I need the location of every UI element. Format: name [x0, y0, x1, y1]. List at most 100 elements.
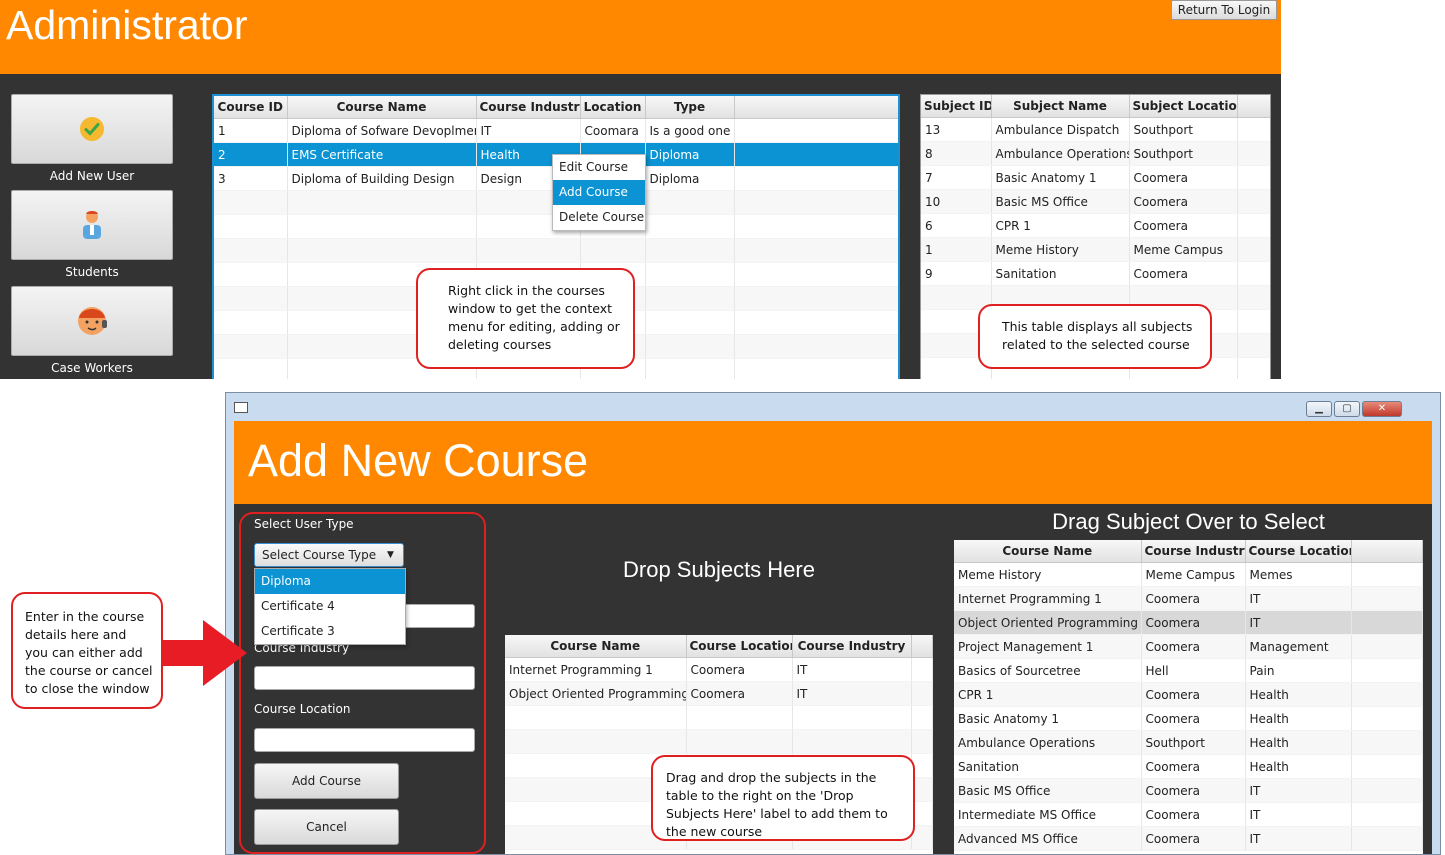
table-cell: Project Management 1: [954, 634, 1142, 659]
source-header-row: Course Name Course Industry Course Locat…: [954, 540, 1423, 563]
table-row[interactable]: 13 Ambulance Dispatch Southport: [921, 117, 1270, 142]
case-worker-icon: [78, 307, 107, 335]
table-row[interactable]: Project Management 1 Coomera Management: [954, 634, 1423, 659]
table-row[interactable]: 7 Basic Anatomy 1 Coomera: [921, 165, 1270, 190]
column-header[interactable]: Course Industry: [1141, 540, 1246, 563]
table-row[interactable]: Basic Anatomy 1 Coomera Health: [954, 706, 1423, 731]
table-cell: Internet Programming 1: [505, 657, 687, 682]
admin-title: Administrator: [6, 2, 248, 48]
table-cell: CPR 1: [954, 682, 1142, 707]
courses-header-row: Course ID Course Name Course Industry Lo…: [214, 96, 898, 119]
table-cell: IT: [1245, 586, 1352, 611]
table-cell: Coomera: [1141, 610, 1246, 635]
table-cell: IT: [1245, 802, 1352, 827]
table-row[interactable]: Object Oriented Programming 1 Coomera IT: [505, 681, 933, 706]
column-header[interactable]: Subject Name: [991, 95, 1130, 118]
table-row[interactable]: Basic MS Office Coomera IT: [954, 778, 1423, 803]
column-header[interactable]: Location: [580, 96, 646, 119]
column-header[interactable]: Type: [645, 96, 735, 119]
table-row[interactable]: 8 Ambulance Operations Southport: [921, 141, 1270, 166]
table-cell: IT: [1245, 778, 1352, 803]
form-note: Enter in the course details here and you…: [11, 592, 163, 709]
arrow-right-icon: [163, 620, 247, 686]
table-cell: Sanitation: [954, 754, 1142, 779]
table-cell: IT: [1245, 826, 1352, 851]
table-row[interactable]: 10 Basic MS Office Coomera: [921, 189, 1270, 214]
table-row[interactable]: Basics of Sourcetree Hell Pain: [954, 658, 1423, 683]
table-cell: Coomera: [1141, 586, 1246, 611]
table-cell: Object Oriented Programming 1: [954, 610, 1142, 635]
table-row[interactable]: CPR 1 Coomera Health: [954, 682, 1423, 707]
table-row[interactable]: Internet Programming 1 Coomera IT: [505, 657, 933, 682]
add-course-window: ▁ ▢ ✕ Add New Course Select User Type Se…: [225, 392, 1441, 855]
table-cell: Coomera: [1129, 165, 1238, 190]
case-workers-button[interactable]: [11, 286, 173, 356]
table-cell: 7: [921, 165, 992, 190]
edit-course-menu-item[interactable]: Edit Course: [553, 155, 645, 180]
delete-course-menu-item[interactable]: Delete Course: [553, 205, 645, 230]
source-subjects-table[interactable]: Course Name Course Industry Course Locat…: [954, 540, 1423, 854]
add-course-menu-item[interactable]: Add Course: [553, 180, 645, 205]
table-row[interactable]: Ambulance Operations Southport Health: [954, 730, 1423, 755]
table-cell: Sanitation: [991, 261, 1130, 286]
table-cell: Basic MS Office: [954, 778, 1142, 803]
column-header[interactable]: Subject ID: [921, 95, 992, 118]
table-cell: Meme History: [954, 562, 1142, 587]
table-row-highlighted[interactable]: Object Oriented Programming 1 Coomera IT: [954, 610, 1423, 635]
table-row[interactable]: Meme History Meme Campus Memes: [954, 562, 1423, 587]
table-cell: Intermediate MS Office: [954, 802, 1142, 827]
column-header[interactable]: Course Name: [954, 540, 1142, 563]
table-cell: Memes: [1245, 562, 1352, 587]
table-cell: 3: [214, 166, 288, 191]
admin-header: Administrator: [0, 0, 1281, 74]
drop-subjects-label[interactable]: Drop Subjects Here: [505, 557, 933, 583]
table-cell: Coomera: [1129, 213, 1238, 238]
table-cell: Diploma of Sofware Devoplment: [287, 118, 477, 143]
table-cell: Ambulance Dispatch: [991, 117, 1130, 142]
column-header[interactable]: Course Location: [1245, 540, 1352, 563]
add-course-content: Add New Course Select User Type Select C…: [234, 421, 1432, 854]
table-cell: Coomera: [686, 681, 793, 706]
table-cell: IT: [1245, 610, 1352, 635]
courses-note: Right click in the courses window to get…: [416, 268, 635, 369]
column-header[interactable]: Course Location: [686, 635, 793, 658]
table-cell: Southport: [1129, 141, 1238, 166]
table-row[interactable]: Intermediate MS Office Coomera IT: [954, 802, 1423, 827]
add-course-title: Add New Course: [248, 435, 589, 486]
table-cell: IT: [476, 118, 581, 143]
return-to-login-button[interactable]: Return To Login: [1171, 0, 1277, 20]
context-menu: Edit Course Add Course Delete Course: [552, 154, 646, 231]
table-row[interactable]: 1 Meme History Meme Campus: [921, 237, 1270, 262]
table-cell: Health: [1245, 706, 1352, 731]
table-row[interactable]: Advanced MS Office Coomera IT: [954, 826, 1423, 851]
maximize-button[interactable]: ▢: [1334, 401, 1360, 417]
column-header[interactable]: Course Industry: [476, 96, 581, 119]
table-cell: Health: [1245, 730, 1352, 755]
add-new-user-button[interactable]: [11, 94, 173, 164]
column-header[interactable]: Course Industry: [792, 635, 912, 658]
column-header[interactable]: Subject Location: [1129, 95, 1238, 118]
table-cell: Southport: [1141, 730, 1246, 755]
table-cell: Object Oriented Programming 1: [505, 681, 687, 706]
close-button[interactable]: ✕: [1362, 401, 1402, 417]
table-cell: Basic MS Office: [991, 189, 1130, 214]
column-header[interactable]: Course Name: [287, 96, 477, 119]
table-cell: Health: [1245, 754, 1352, 779]
column-header[interactable]: Course Name: [505, 635, 687, 658]
table-row[interactable]: 6 CPR 1 Coomera: [921, 213, 1270, 238]
table-cell: Basic Anatomy 1: [991, 165, 1130, 190]
add-course-header: Add New Course: [234, 421, 1432, 504]
table-row[interactable]: Sanitation Coomera Health: [954, 754, 1423, 779]
minimize-button[interactable]: ▁: [1306, 401, 1332, 417]
table-cell: 1: [921, 237, 992, 262]
column-header[interactable]: Course ID: [214, 96, 288, 119]
table-cell: Diploma: [645, 166, 735, 191]
students-button[interactable]: [11, 190, 173, 260]
subjects-header-row: Subject ID Subject Name Subject Location: [921, 95, 1270, 118]
table-cell: Ambulance Operations: [991, 141, 1130, 166]
table-row[interactable]: 1 Diploma of Sofware Devoplment IT Cooma…: [214, 118, 898, 143]
table-cell: 6: [921, 213, 992, 238]
table-row[interactable]: 9 Sanitation Coomera: [921, 261, 1270, 286]
window-icon: [234, 402, 248, 413]
table-row[interactable]: Internet Programming 1 Coomera IT: [954, 586, 1423, 611]
